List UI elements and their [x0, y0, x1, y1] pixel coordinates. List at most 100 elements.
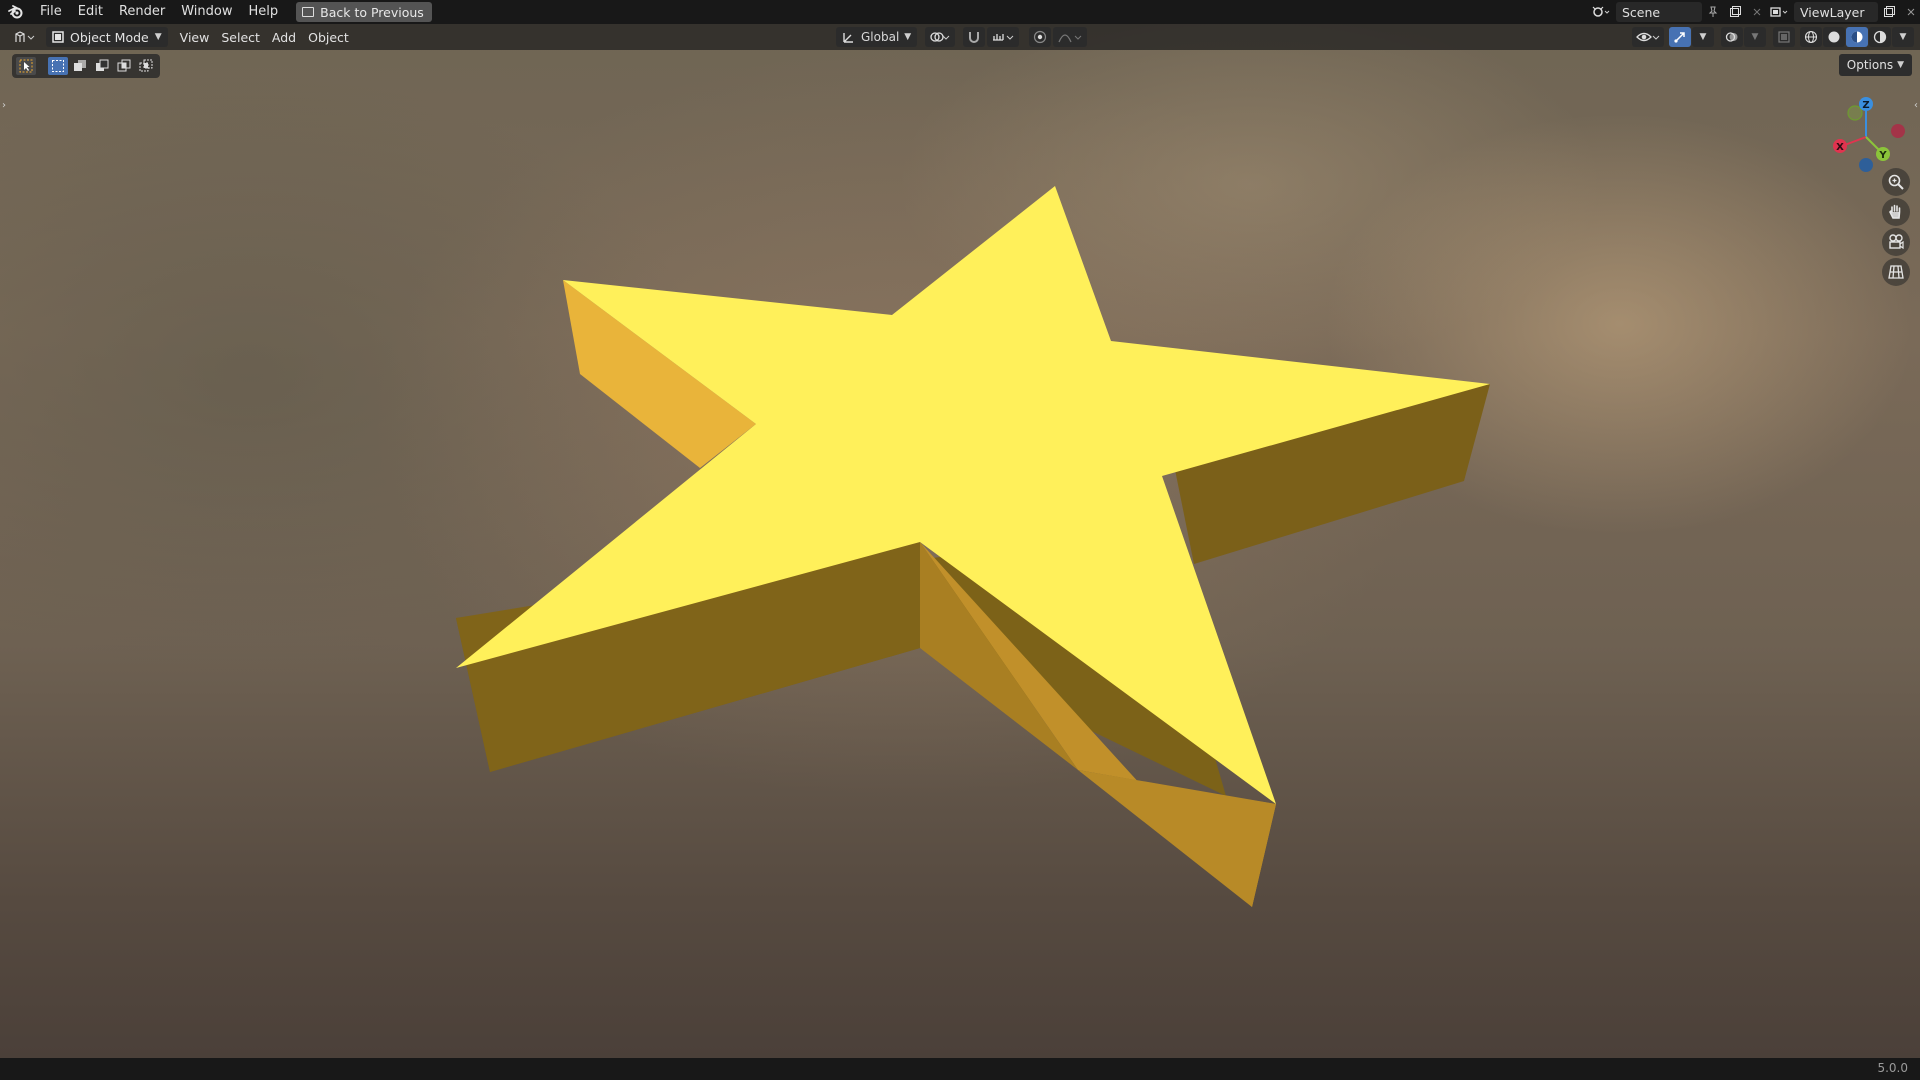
star-side-face — [1078, 770, 1276, 907]
xray-toggle[interactable] — [1773, 27, 1795, 47]
gizmo-neg-y-handle[interactable] — [1847, 105, 1863, 121]
menu-file[interactable]: File — [32, 0, 70, 24]
editor-type-icon — [15, 31, 35, 42]
grid-perspective-icon — [1888, 265, 1904, 279]
viewport-display-tools: ▼ ▼ ▼ — [1632, 27, 1914, 47]
viewport-header: Object Mode ▼ View Select Add Object Glo… — [0, 24, 1920, 50]
transform-orientation-dropdown[interactable]: Global ▼ — [836, 27, 918, 47]
new-scene-icon[interactable] — [1724, 2, 1746, 22]
magnet-icon — [969, 32, 980, 43]
select-mode-new-button[interactable] — [48, 57, 68, 75]
gizmo-dropdown[interactable]: ▼ — [1692, 27, 1714, 47]
proportional-edit-toggle[interactable] — [1029, 27, 1052, 47]
solid-shading-icon — [1828, 31, 1840, 43]
menu-select[interactable]: Select — [215, 27, 266, 47]
scene-name: Scene — [1622, 4, 1661, 20]
scene-name-field[interactable]: Scene — [1616, 2, 1702, 22]
transform-tools: Global ▼ — [836, 27, 1088, 47]
zoom-view-button[interactable] — [1882, 168, 1910, 196]
select-difference-icon — [117, 59, 131, 72]
gizmo-toggle[interactable] — [1669, 27, 1691, 47]
overlays-toggle[interactable] — [1721, 27, 1743, 47]
hand-icon — [1889, 204, 1901, 219]
menu-object[interactable]: Object — [302, 27, 355, 47]
toolbar-expand-arrow-icon[interactable]: › — [2, 100, 6, 111]
pin-icon[interactable] — [1702, 2, 1724, 22]
perspective-toggle-button[interactable] — [1882, 258, 1910, 286]
pivot-icon — [930, 32, 950, 42]
gizmo-x-label: X — [1836, 142, 1844, 153]
proportional-edit-icon — [1034, 30, 1047, 44]
delete-view-layer-icon[interactable] — [1900, 2, 1920, 22]
gizmo-neg-x-handle[interactable] — [1891, 124, 1905, 138]
select-mode-difference-button[interactable] — [114, 57, 134, 75]
chevron-down-icon: ▼ — [1699, 32, 1707, 42]
gizmo-neg-z-handle[interactable] — [1859, 158, 1873, 172]
pan-view-button[interactable] — [1882, 198, 1910, 226]
screen-icon — [302, 7, 315, 17]
shading-dropdown[interactable]: ▼ — [1892, 27, 1914, 47]
blender-logo-icon[interactable] — [0, 0, 32, 24]
zoom-icon — [1888, 174, 1904, 190]
scene-browse-icon[interactable] — [1586, 2, 1616, 22]
tool-settings-row — [12, 54, 160, 78]
falloff-curve-icon — [1058, 34, 1082, 43]
editor-type-button[interactable] — [8, 27, 42, 47]
view-layer-browse-icon[interactable] — [1764, 2, 1794, 22]
options-dropdown[interactable]: Options ▼ — [1838, 54, 1912, 76]
chevron-down-icon: ▼ — [1751, 32, 1759, 42]
menu-render[interactable]: Render — [111, 0, 173, 24]
back-to-previous-button[interactable]: Back to Previous — [296, 2, 432, 22]
cursor-select-icon — [19, 59, 33, 73]
shading-material-button[interactable] — [1846, 27, 1868, 47]
star-object[interactable] — [0, 24, 1920, 1058]
select-mode-intersect-button[interactable] — [136, 57, 156, 75]
select-mode-extend-button[interactable] — [70, 57, 90, 75]
select-tool-button[interactable] — [16, 57, 36, 75]
chevron-down-icon: ▼ — [1897, 60, 1904, 70]
shading-wireframe-button[interactable] — [1800, 27, 1822, 47]
menu-window[interactable]: Window — [173, 0, 240, 24]
select-subtract-icon — [96, 59, 109, 71]
version-label: 5.0.0 — [1877, 1061, 1908, 1075]
chevron-down-icon: ▼ — [1899, 32, 1907, 42]
sidebar-expand-arrow-icon[interactable]: ‹ — [1914, 100, 1918, 111]
select-new-icon — [52, 60, 64, 72]
3d-viewport[interactable]: Object Mode ▼ View Select Add Object Glo… — [0, 24, 1920, 1058]
status-bar: 5.0.0 — [0, 1058, 1920, 1080]
overlays-dropdown[interactable]: ▼ — [1744, 27, 1766, 47]
rendered-shading-icon — [1873, 30, 1887, 44]
xray-icon — [1778, 31, 1790, 43]
options-label: Options — [1846, 58, 1894, 72]
view-layer-selector: ViewLayer — [1764, 2, 1920, 22]
chevron-down-icon: ▼ — [904, 32, 912, 42]
visibility-dropdown[interactable] — [1632, 27, 1664, 47]
orientation-icon — [843, 33, 853, 43]
top-menubar: File Edit Render Window Help Back to Pre… — [0, 0, 1920, 24]
menu-add[interactable]: Add — [266, 27, 302, 47]
mode-select-dropdown[interactable]: Object Mode ▼ — [46, 27, 168, 47]
back-to-previous-label: Back to Previous — [320, 4, 424, 20]
snap-target-dropdown[interactable] — [987, 27, 1020, 47]
chevron-down-icon: ▼ — [154, 32, 162, 42]
gizmo-icon — [1674, 32, 1685, 43]
pivot-point-dropdown[interactable] — [925, 27, 956, 47]
menu-view[interactable]: View — [174, 27, 216, 47]
shading-rendered-button[interactable] — [1869, 27, 1891, 47]
select-mode-subtract-button[interactable] — [92, 57, 112, 75]
eye-icon — [1636, 32, 1660, 42]
menu-help[interactable]: Help — [241, 0, 287, 24]
snap-toggle[interactable] — [963, 27, 986, 47]
falloff-dropdown[interactable] — [1053, 27, 1088, 47]
select-extend-icon — [74, 60, 86, 71]
view-layer-name: ViewLayer — [1800, 4, 1865, 20]
camera-view-button[interactable] — [1882, 228, 1910, 256]
object-mode-icon — [52, 31, 64, 43]
menu-edit[interactable]: Edit — [70, 0, 111, 24]
new-view-layer-icon[interactable] — [1878, 2, 1900, 22]
wireframe-shading-icon — [1804, 30, 1818, 44]
shading-solid-button[interactable] — [1823, 27, 1845, 47]
view-layer-name-field[interactable]: ViewLayer — [1794, 2, 1878, 22]
material-preview-icon — [1851, 31, 1863, 43]
camera-icon — [1889, 234, 1904, 250]
